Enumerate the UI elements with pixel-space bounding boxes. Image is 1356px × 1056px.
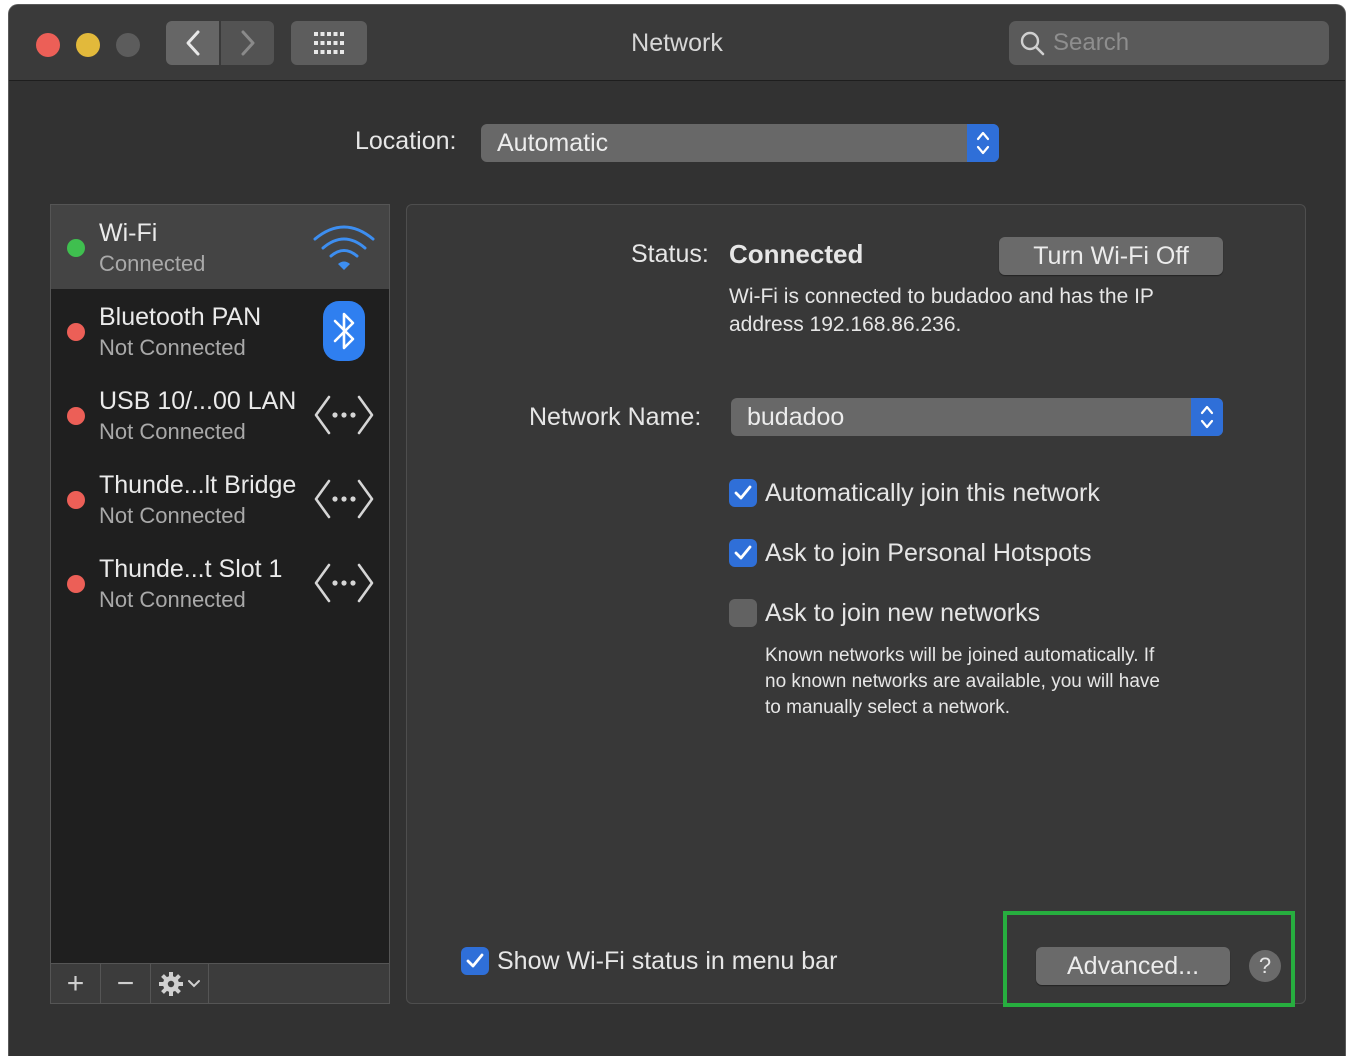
ask-new-networks-label[interactable]: Ask to join new networks: [765, 599, 1040, 628]
search-field[interactable]: [1009, 21, 1329, 65]
service-name: USB 10/...00 LAN: [99, 387, 297, 415]
service-usb-lan[interactable]: USB 10/...00 LAN Not Connected: [51, 373, 389, 457]
service-status: Not Connected: [99, 419, 246, 444]
status-label: Status:: [631, 240, 709, 268]
chevron-up-down-icon: [1200, 405, 1214, 429]
search-icon: [1020, 31, 1045, 56]
network-arrows-icon: [309, 549, 379, 617]
service-status: Connected: [99, 251, 206, 276]
status-description-line1: Wi-Fi is connected to budadoo and has th…: [729, 285, 1154, 308]
checkmark-icon: [734, 545, 752, 560]
status-dot-not-connected: [67, 575, 85, 593]
service-thunderbolt-slot[interactable]: Thunde...t Slot 1 Not Connected: [51, 541, 389, 625]
status-dot-not-connected: [67, 491, 85, 509]
service-bluetooth-pan[interactable]: Bluetooth PAN Not Connected: [51, 289, 389, 373]
highlight-box: [1003, 911, 1295, 1007]
network-arrows-icon: [309, 465, 379, 533]
location-popup[interactable]: Automatic: [481, 124, 999, 162]
detail-panel: Status: Connected Turn Wi-Fi Off Wi-Fi i…: [406, 204, 1306, 1004]
service-name: Thunde...lt Bridge: [99, 471, 297, 499]
info-text-line2: no known networks are available, you wil…: [765, 671, 1160, 692]
auto-join-checkbox[interactable]: [729, 479, 757, 507]
action-menu-button[interactable]: [151, 964, 209, 1003]
network-name-label: Network Name:: [529, 403, 702, 431]
service-name: Thunde...t Slot 1: [99, 555, 283, 583]
status-value: Connected: [729, 239, 864, 269]
service-wifi[interactable]: Wi-Fi Connected: [51, 205, 389, 289]
show-wifi-status-label[interactable]: Show Wi-Fi status in menu bar: [497, 947, 837, 976]
service-name: Bluetooth PAN: [99, 303, 262, 331]
remove-service-button[interactable]: −: [101, 964, 151, 1003]
location-value: Automatic: [497, 128, 609, 157]
service-status: Not Connected: [99, 587, 246, 612]
service-status: Not Connected: [99, 503, 246, 528]
info-text-line1: Known networks will be joined automatica…: [765, 645, 1155, 666]
network-name-stepper[interactable]: [1191, 398, 1223, 436]
add-service-button[interactable]: +: [51, 964, 101, 1003]
status-dot-connected: [67, 239, 85, 257]
turn-wifi-off-button[interactable]: Turn Wi-Fi Off: [999, 237, 1223, 275]
status-dot-not-connected: [67, 323, 85, 341]
checkmark-icon: [734, 485, 752, 500]
bluetooth-icon: [309, 297, 379, 365]
location-label: Location:: [355, 127, 457, 155]
show-wifi-status-checkbox[interactable]: [461, 947, 489, 975]
chevron-up-down-icon: [976, 131, 990, 155]
status-dot-not-connected: [67, 407, 85, 425]
search-input[interactable]: [1053, 29, 1313, 57]
ask-personal-hotspots-label[interactable]: Ask to join Personal Hotspots: [765, 539, 1092, 568]
ask-new-networks-checkbox[interactable]: [729, 599, 757, 627]
gear-icon: [159, 971, 183, 996]
network-name-value: budadoo: [747, 402, 845, 431]
ask-personal-hotspots-checkbox[interactable]: [729, 539, 757, 567]
network-arrows-icon: [309, 381, 379, 449]
service-list: Wi-Fi Connected Bluetooth PAN Not Connec…: [50, 204, 390, 1004]
network-name-popup[interactable]: budadoo: [731, 398, 1223, 436]
service-status: Not Connected: [99, 335, 246, 360]
auto-join-label[interactable]: Automatically join this network: [765, 479, 1100, 508]
service-list-toolbar: + −: [51, 963, 389, 1003]
wifi-icon: [309, 213, 379, 281]
location-stepper[interactable]: [967, 124, 999, 162]
network-preferences-window: Network Location: Automatic Wi-Fi Connec…: [8, 4, 1346, 1056]
checkmark-icon: [466, 953, 484, 968]
info-text-line3: to manually select a network.: [765, 697, 1011, 718]
chevron-down-icon: [188, 979, 200, 987]
title-bar: Network: [9, 5, 1345, 81]
service-thunderbolt-bridge[interactable]: Thunde...lt Bridge Not Connected: [51, 457, 389, 541]
status-description-line2: address 192.168.86.236.: [729, 313, 962, 336]
service-name: Wi-Fi: [99, 219, 158, 247]
